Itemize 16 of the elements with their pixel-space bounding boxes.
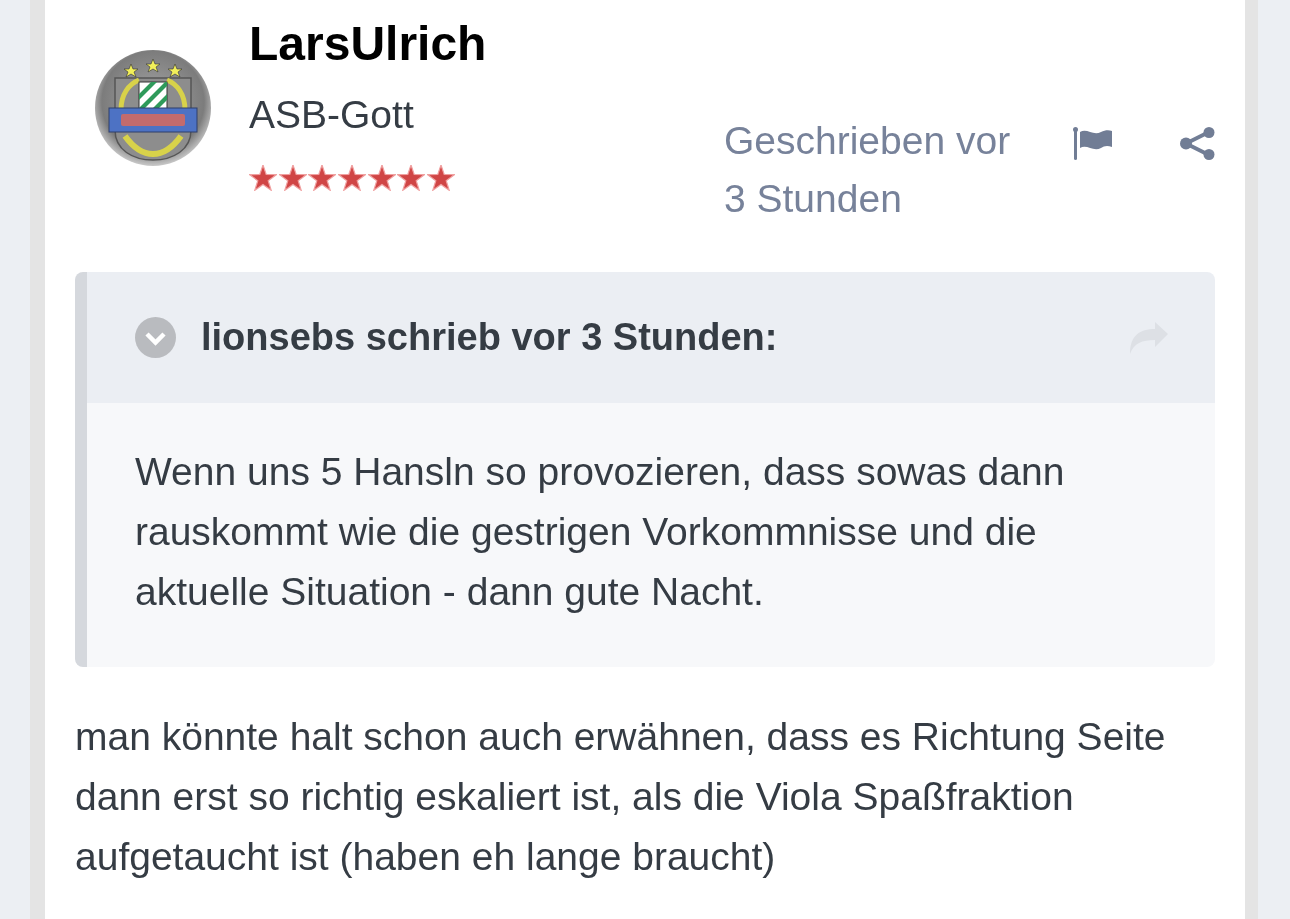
username-link[interactable]: LarsUlrich xyxy=(249,15,487,72)
quote-author-line: lionsebs schrieb vor 3 Stunden: xyxy=(201,316,778,359)
star-icon xyxy=(397,165,426,191)
star-icon xyxy=(338,165,367,191)
share-icon[interactable] xyxy=(1180,127,1215,160)
user-rank: ASB-Gott xyxy=(249,92,414,138)
quoted-text: Wenn uns 5 Hansln so provozieren, dass sowas dann rauskommt wie die gestrigen Vorkommnisse und die aktuelle Situation - dann gute Nacht. xyxy=(135,449,1066,615)
star-icon xyxy=(278,165,307,191)
star-icon xyxy=(427,165,456,191)
star-icon xyxy=(308,165,337,191)
star-icon xyxy=(367,165,396,191)
post-timestamp-link[interactable]: Geschrieben vor 3 Stunden xyxy=(724,112,1034,228)
flag-icon[interactable] xyxy=(1073,127,1112,160)
star-icon xyxy=(249,165,277,191)
club-badge-avatar[interactable] xyxy=(95,50,211,166)
post-text: man könnte halt schon auch erwähnen, dass es Richtung Seite dann erst so richtig eskaliert ist, als die Viola Spaßfraktion aufgetaucht ist (haben eh lange braucht) xyxy=(75,714,1167,880)
